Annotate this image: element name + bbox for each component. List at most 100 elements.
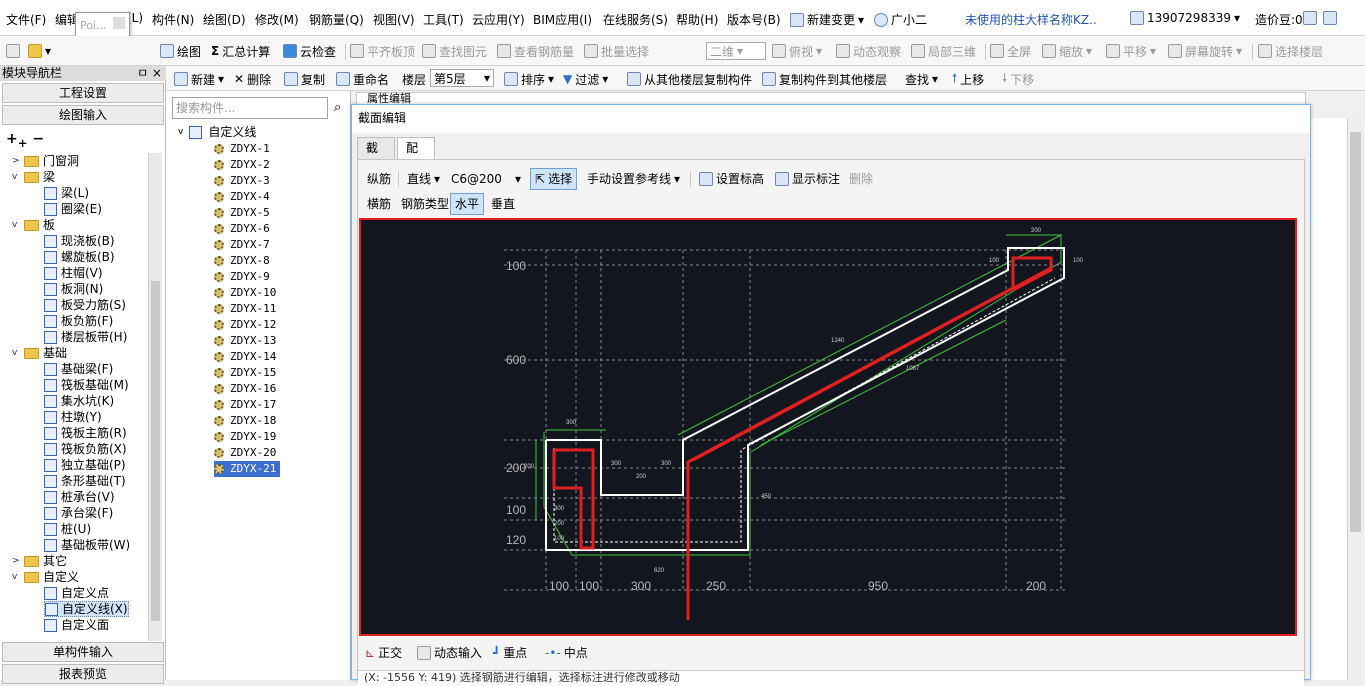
new-file-icon[interactable] [6, 42, 20, 60]
nav-tree-item[interactable]: 板负筋(F) [44, 313, 113, 329]
view-rebar-button[interactable]: 查看钢筋量 [497, 42, 574, 60]
view-mode-select[interactable]: 二维 ▾ [706, 42, 766, 60]
nav-tree-item[interactable]: 独立基础(P) [44, 457, 126, 473]
endpoint-snap-button[interactable]: ┛ 重点 [488, 642, 532, 664]
line-type-select[interactable]: 直线 ▾ [402, 168, 445, 190]
nav-tree-item[interactable]: v 基础 [12, 345, 67, 361]
component-item[interactable]: ZDYX-21 [214, 461, 281, 477]
nav-tree-item[interactable]: 筏板基础(M) [44, 377, 129, 393]
nav-tree-item[interactable]: 集水坑(K) [44, 393, 114, 409]
component-item[interactable]: ZDYX-16 [214, 381, 276, 397]
component-item[interactable]: ZDYX-15 [214, 365, 276, 381]
ortho-button[interactable]: ⊾ 正交 [360, 642, 407, 664]
nav-tree-item[interactable]: 承台梁(F) [44, 505, 113, 521]
report-preview-button[interactable]: 报表预览 [2, 664, 164, 684]
cloud-check-button[interactable]: 云检查 [283, 42, 336, 60]
new-component-button[interactable]: 新建 ▾ [174, 70, 224, 88]
nav-tree-item[interactable]: 板受力筋(S) [44, 297, 126, 313]
open-file-icon[interactable]: ▾ [28, 42, 51, 60]
nav-tree-item[interactable]: 自定义面 [44, 617, 109, 633]
user-account[interactable]: 13907298339 ▾ [1130, 11, 1240, 25]
filter-button[interactable]: ▼ 过滤 ▾ [563, 70, 608, 88]
draw-button[interactable]: 绘图 [160, 42, 201, 60]
horizontal-button[interactable]: 水平 [450, 193, 485, 215]
show-dimensions-button[interactable]: 显示标注 [770, 168, 845, 190]
select-floor-button[interactable]: 选择楼层 [1258, 42, 1323, 60]
nav-scrollbar[interactable] [148, 153, 162, 641]
longitudinal-rebar-button[interactable]: 纵筋 [362, 168, 396, 190]
component-item[interactable]: ZDYX-19 [214, 429, 276, 445]
menu-tools[interactable]: 工具(T) [423, 11, 464, 28]
nav-tree-item[interactable]: 桩承台(V) [44, 489, 115, 505]
nav-tree-item[interactable]: v梁 [12, 169, 55, 185]
menu-component[interactable]: 构件(N) [152, 11, 194, 28]
chevron-down-icon[interactable]: v [12, 169, 20, 185]
nav-tree-item[interactable]: 基础板带(W) [44, 537, 130, 553]
single-component-input-button[interactable]: 单构件输入 [2, 642, 164, 662]
midpoint-snap-button[interactable]: -•- 中点 [540, 642, 593, 664]
menu-file[interactable]: 文件(F) [6, 11, 46, 28]
expand-collapse-icons[interactable]: ++ − [6, 131, 44, 150]
sum-calc-button[interactable]: Σ 汇总计算 [211, 42, 270, 60]
tab-section[interactable]: 截面 [357, 137, 395, 175]
nav-tree-item[interactable]: 圈梁(E) [44, 201, 102, 217]
nav-pin-close-icon[interactable]: ㅁ × [137, 66, 162, 80]
component-item[interactable]: ZDYX-6 [214, 221, 270, 237]
chevron-right-icon[interactable]: > [12, 553, 20, 569]
component-item[interactable]: ZDYX-5 [214, 205, 270, 221]
component-item[interactable]: ZDYX-1 [214, 141, 270, 157]
nav-tree-item[interactable]: 筏板主筋(R) [44, 425, 127, 441]
component-item[interactable]: ZDYX-18 [214, 413, 276, 429]
draw-input-button[interactable]: 绘图输入 [2, 105, 164, 125]
select-mode-button[interactable]: ⇱ 选择 [530, 168, 578, 190]
nav-tree-item[interactable]: > 门窗洞 [12, 153, 79, 169]
floor-select[interactable]: 第5层 ▾ [430, 69, 494, 87]
nav-tree-item[interactable]: v板 [12, 217, 55, 233]
nav-tree-item[interactable]: 筏板负筋(X) [44, 441, 127, 457]
zoom-button[interactable]: 缩放 ▾ [1042, 42, 1092, 60]
component-item[interactable]: ZDYX-14 [214, 349, 276, 365]
nav-tree-item[interactable]: 梁(L) [44, 185, 89, 201]
component-item[interactable]: ZDYX-7 [214, 237, 270, 253]
component-item[interactable]: ZDYX-20 [214, 445, 276, 461]
nav-tree-item[interactable]: 板洞(N) [44, 281, 103, 297]
menu-draw[interactable]: 绘图(D) [203, 11, 246, 28]
menu-cloud[interactable]: 云应用(Y) [472, 11, 525, 28]
dynamic-view-button[interactable]: 动态观察 [836, 42, 901, 60]
menu-rebar-qty[interactable]: 钢筋量(Q) [309, 11, 364, 28]
nav-tree-item[interactable]: 楼层板带(H) [44, 329, 127, 345]
menu-modify[interactable]: 修改(M) [255, 11, 299, 28]
batch-select-button[interactable]: 批量选择 [584, 42, 649, 60]
manual-reference-line-button[interactable]: 手动设置参考线 ▾ [582, 168, 685, 190]
rebar-lines[interactable] [552, 256, 1053, 620]
component-item[interactable]: ZDYX-4 [214, 189, 270, 205]
unused-column-notice[interactable]: 未使用的柱大样名称KZ.. [965, 11, 1097, 28]
chevron-down-icon[interactable]: v [12, 217, 20, 233]
component-item[interactable]: ZDYX-11 [214, 301, 276, 317]
flush-slab-button[interactable]: 平齐板顶 [350, 42, 415, 60]
component-search-input[interactable]: 搜索构件... [172, 97, 328, 119]
component-item[interactable]: ZDYX-8 [214, 253, 270, 269]
component-item[interactable]: ZDYX-10 [214, 285, 276, 301]
rebar-spec-select[interactable]: C6@200 ▾ [446, 168, 526, 190]
copy-component-button[interactable]: 复制 [284, 70, 325, 88]
local-3d-button[interactable]: 局部三维 [911, 42, 976, 60]
new-change-menu[interactable]: 新建变更 ▾ [790, 11, 864, 28]
nav-tree-item[interactable]: 基础梁(F) [44, 361, 113, 377]
menu-view[interactable]: 视图(V) [373, 11, 415, 28]
find-button[interactable]: 查找 ▾ [905, 70, 938, 88]
nav-tree-item[interactable]: > 其它 [12, 553, 67, 569]
component-item[interactable]: ZDYX-12 [214, 317, 276, 333]
dynamic-input-button[interactable]: 动态输入 [412, 642, 487, 664]
move-down-button[interactable]: 🠗 下移 [1002, 70, 1034, 88]
popup-close-icon[interactable] [113, 17, 125, 29]
menu-help[interactable]: 帮助(H) [676, 11, 718, 28]
component-root[interactable]: v 自定义线 [178, 124, 256, 140]
section-canvas[interactable]: 100 100 300 250 950 200 100 600 200 100 … [359, 218, 1297, 636]
nav-tree-item[interactable]: 自定义线(X) [44, 601, 129, 617]
cart-icon[interactable] [1323, 11, 1337, 25]
nav-tree-item[interactable]: 柱帽(V) [44, 265, 103, 281]
nav-tree-item[interactable]: 柱墩(Y) [44, 409, 102, 425]
nav-tree-item[interactable]: v 自定义 [12, 569, 79, 585]
nav-tree-item[interactable]: 条形基础(T) [44, 473, 126, 489]
